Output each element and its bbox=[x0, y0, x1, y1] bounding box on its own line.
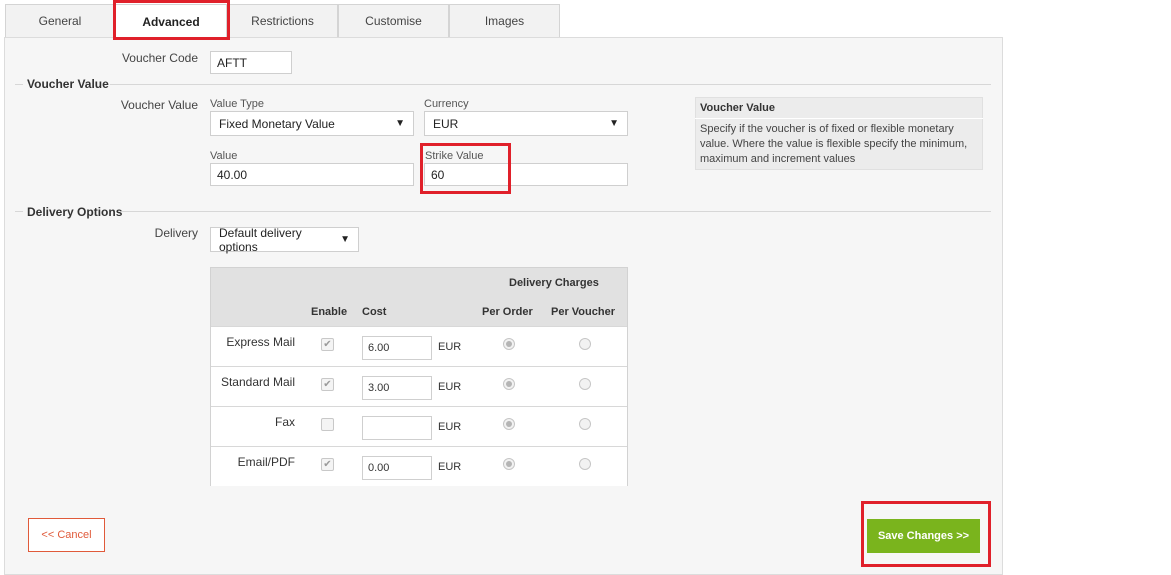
cost-input[interactable] bbox=[362, 416, 432, 440]
value-type-label: Value Type bbox=[210, 98, 265, 110]
tab-label: Images bbox=[484, 14, 525, 28]
section-divider bbox=[15, 84, 23, 85]
voucher-value-section-title: Voucher Value bbox=[27, 77, 109, 91]
currency-selected: EUR bbox=[433, 116, 459, 131]
delivery-charges-header: Delivery Charges bbox=[509, 277, 599, 289]
help-text: Specify if the voucher is of fixed or fl… bbox=[700, 123, 968, 165]
caret-down-icon: ▼ bbox=[609, 118, 619, 129]
section-divider bbox=[122, 211, 991, 212]
delivery-label: Delivery bbox=[154, 226, 198, 240]
per-voucher-radio[interactable] bbox=[579, 418, 591, 430]
table-row: Email/PDF ✔ 0.00 EUR bbox=[211, 446, 627, 486]
help-divider bbox=[695, 118, 983, 119]
per-voucher-radio[interactable] bbox=[579, 338, 591, 350]
tab-general[interactable]: General bbox=[5, 4, 115, 37]
enable-checkbox[interactable]: ✔ bbox=[321, 378, 334, 391]
voucher-value-label: Voucher Value bbox=[120, 98, 198, 112]
delivery-options-section-title: Delivery Options bbox=[27, 205, 123, 219]
per-order-radio[interactable] bbox=[503, 458, 515, 470]
per-voucher-header: Per Voucher bbox=[551, 306, 615, 318]
tab-restrictions[interactable]: Restrictions bbox=[227, 4, 338, 37]
highlight-advanced-tab bbox=[113, 0, 230, 40]
cost-currency: EUR bbox=[438, 341, 462, 353]
row-name: Express Mail bbox=[226, 335, 295, 349]
delivery-selected: Default delivery options bbox=[219, 225, 302, 254]
help-box: Voucher Value Specify if the voucher is … bbox=[695, 97, 983, 170]
per-order-radio[interactable] bbox=[503, 338, 515, 350]
table-header: Delivery Charges Enable Cost Per Order P… bbox=[211, 268, 627, 326]
cost-header: Cost bbox=[362, 306, 387, 318]
enable-checkbox[interactable] bbox=[321, 418, 334, 431]
caret-down-icon: ▼ bbox=[395, 118, 405, 129]
cost-currency: EUR bbox=[438, 381, 462, 393]
tab-customise[interactable]: Customise bbox=[338, 4, 449, 37]
cost-currency: EUR bbox=[438, 421, 462, 433]
cost-currency: EUR bbox=[438, 461, 462, 473]
enable-header: Enable bbox=[311, 306, 348, 318]
value-type-selected: Fixed Monetary Value bbox=[219, 116, 335, 131]
table-row: Standard Mail ✔ 3.00 EUR bbox=[211, 366, 627, 406]
tab-label: Restrictions bbox=[251, 14, 314, 28]
per-order-header: Per Order bbox=[482, 306, 533, 318]
value-input[interactable]: 40.00 bbox=[210, 163, 414, 186]
row-name: Fax bbox=[274, 415, 295, 429]
tab-images[interactable]: Images bbox=[449, 4, 560, 37]
caret-down-icon: ▼ bbox=[340, 234, 350, 245]
section-divider bbox=[15, 211, 23, 212]
value-type-select[interactable]: Fixed Monetary Value ▼ bbox=[210, 111, 414, 136]
per-order-radio[interactable] bbox=[503, 418, 515, 430]
per-voucher-radio[interactable] bbox=[579, 458, 591, 470]
table-row: Fax EUR bbox=[211, 406, 627, 446]
voucher-code-input[interactable]: AFTT bbox=[210, 51, 292, 74]
currency-label: Currency bbox=[424, 98, 469, 110]
currency-select[interactable]: EUR ▼ bbox=[424, 111, 628, 136]
value-label: Value bbox=[210, 150, 238, 162]
voucher-code-label: Voucher Code bbox=[121, 51, 198, 65]
cancel-button[interactable]: << Cancel bbox=[28, 518, 105, 552]
highlight-save-button bbox=[861, 501, 991, 567]
section-divider bbox=[110, 84, 991, 85]
per-order-radio[interactable] bbox=[503, 378, 515, 390]
enable-checkbox[interactable]: ✔ bbox=[321, 458, 334, 471]
delivery-select[interactable]: Default delivery options ▼ bbox=[210, 225, 359, 254]
tab-label: General bbox=[38, 14, 82, 28]
per-voucher-radio[interactable] bbox=[579, 378, 591, 390]
table-row: Express Mail ✔ 6.00 EUR bbox=[211, 326, 627, 366]
cost-input[interactable]: 0.00 bbox=[362, 456, 432, 480]
tab-label: Customise bbox=[365, 14, 422, 28]
help-title: Voucher Value bbox=[700, 102, 775, 114]
enable-checkbox[interactable]: ✔ bbox=[321, 338, 334, 351]
cost-input[interactable]: 6.00 bbox=[362, 336, 432, 360]
delivery-charges-table: Delivery Charges Enable Cost Per Order P… bbox=[210, 267, 628, 486]
highlight-strike-value bbox=[420, 143, 511, 194]
cost-input[interactable]: 3.00 bbox=[362, 376, 432, 400]
row-name: Standard Mail bbox=[220, 375, 295, 389]
row-name: Email/PDF bbox=[237, 455, 295, 469]
